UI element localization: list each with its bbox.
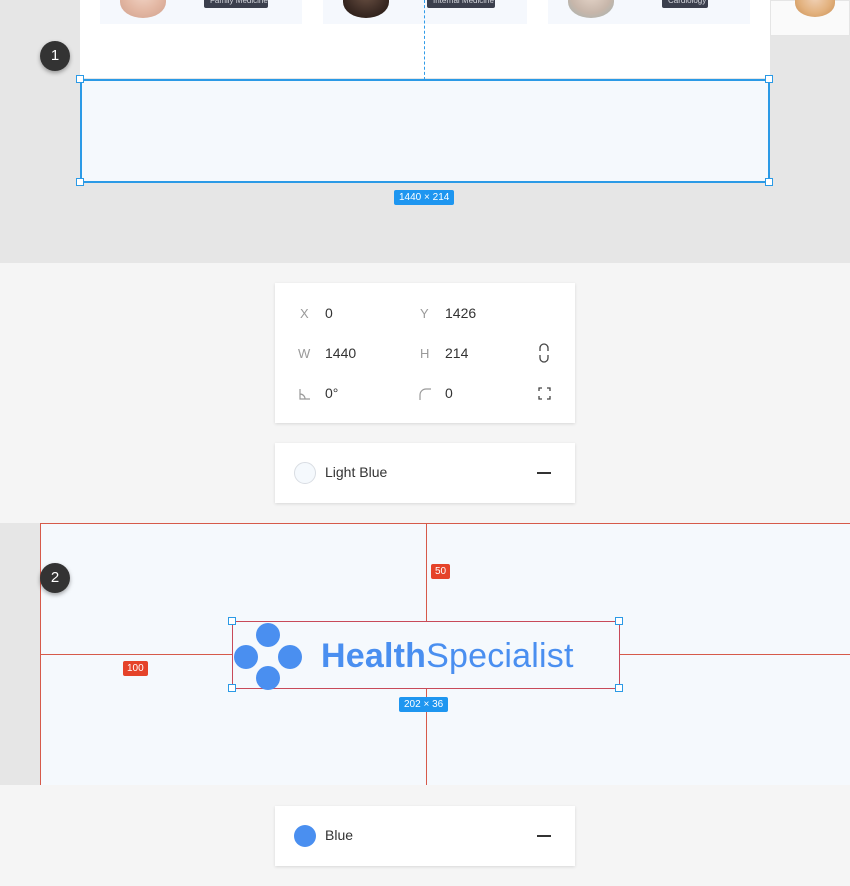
- selected-frame[interactable]: [80, 79, 770, 183]
- logo-mark-icon: [234, 623, 302, 690]
- spacing-label-top: 50: [431, 564, 451, 579]
- step-badge: 2: [40, 563, 70, 593]
- independent-corners-icon[interactable]: [538, 387, 551, 400]
- doctor-card: Cardiology: [548, 0, 750, 24]
- fill-panel: Light Blue: [275, 443, 575, 503]
- resize-handle-bottom-left[interactable]: [228, 684, 236, 692]
- page-preview: Family Medicine Internal Medicine Cardio…: [80, 0, 770, 78]
- h-label: H: [420, 346, 430, 361]
- design-tutorial-canvas: Family Medicine Internal Medicine Cardio…: [0, 0, 850, 886]
- y-label: Y: [420, 306, 429, 321]
- logo-wordmark: HealthSpecialist: [321, 637, 574, 675]
- w-value[interactable]: 1440: [325, 345, 356, 361]
- avatar: [568, 0, 614, 18]
- rotation-value[interactable]: 0°: [325, 385, 338, 401]
- avatar: [795, 0, 835, 17]
- fill-name: Blue: [325, 827, 354, 843]
- resize-handle-top-left[interactable]: [76, 75, 84, 83]
- doctor-card: Family Medicine: [100, 0, 302, 24]
- artboard-section-2: 50 100 HealthSpecialist 202 × 36 2: [0, 523, 850, 785]
- resize-handle-bottom-right[interactable]: [615, 684, 623, 692]
- logo-word-bold: Health: [321, 637, 427, 675]
- avatar: [343, 0, 389, 18]
- specialty-tag: Internal Medicine: [427, 0, 495, 8]
- resize-handle-top-right[interactable]: [765, 75, 773, 83]
- doctor-card: Internal Medicine: [323, 0, 527, 24]
- x-value[interactable]: 0: [325, 305, 333, 321]
- center-guide-dashed: [424, 0, 425, 80]
- y-value[interactable]: 1426: [445, 305, 476, 321]
- color-swatch[interactable]: [294, 825, 316, 847]
- x-label: X: [300, 306, 309, 321]
- minus-icon[interactable]: [537, 835, 551, 837]
- minus-icon[interactable]: [537, 472, 551, 474]
- spacing-label-left: 100: [123, 661, 148, 676]
- link-proportions-icon[interactable]: [538, 343, 550, 363]
- h-value[interactable]: 214: [445, 345, 468, 361]
- resize-handle-bottom-left[interactable]: [76, 178, 84, 186]
- dimension-label: 202 × 36: [399, 697, 449, 712]
- logo-selection[interactable]: HealthSpecialist: [232, 621, 620, 690]
- doctor-card-partial: [770, 0, 850, 36]
- fill-panel: Blue: [275, 806, 575, 866]
- properties-panel: X 0 Y 1426 W 1440 H 214 0° 0: [275, 283, 575, 423]
- specialty-tag: Family Medicine: [204, 0, 268, 8]
- step-badge: 1: [40, 41, 70, 71]
- w-label: W: [298, 346, 311, 361]
- resize-handle-top-right[interactable]: [615, 617, 623, 625]
- fill-name: Light Blue: [325, 464, 388, 480]
- specialty-tag: Cardiology: [662, 0, 708, 8]
- resize-handle-top-left[interactable]: [228, 617, 236, 625]
- corner-radius-icon: [419, 388, 431, 400]
- logo-word-regular: Specialist: [426, 637, 574, 675]
- avatar: [120, 0, 166, 18]
- color-swatch[interactable]: [294, 462, 316, 484]
- radius-value[interactable]: 0: [445, 385, 453, 401]
- dimension-label: 1440 × 214: [394, 190, 455, 205]
- rotation-icon: [299, 389, 310, 400]
- artboard-section-1: Family Medicine Internal Medicine Cardio…: [0, 0, 850, 263]
- resize-handle-bottom-right[interactable]: [765, 178, 773, 186]
